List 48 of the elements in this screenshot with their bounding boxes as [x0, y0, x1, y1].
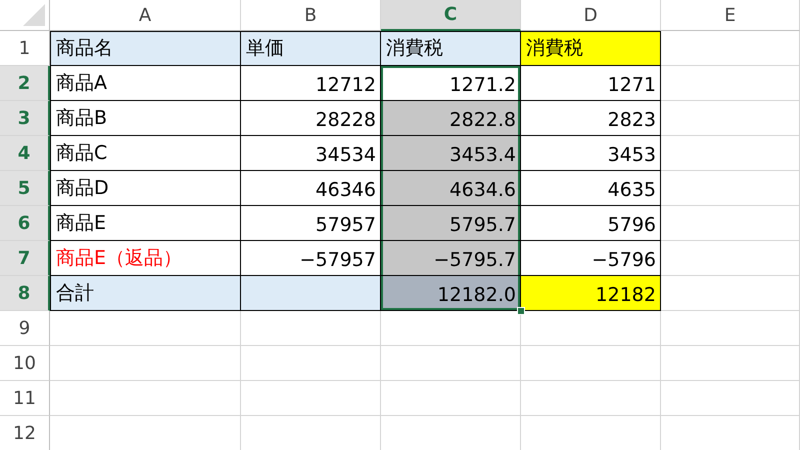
table-cell: 商品D	[50, 171, 241, 206]
table-cell: 商品E（返品）	[50, 241, 241, 276]
table-cell: 4635	[521, 171, 661, 206]
row-header[interactable]: 1	[0, 31, 50, 66]
table-cell: 商品E	[50, 206, 241, 241]
column-header[interactable]: E	[661, 0, 800, 31]
row-header[interactable]: 2	[0, 66, 50, 101]
table-cell: 2823	[521, 101, 661, 136]
table-cell: 34534	[241, 136, 381, 171]
row-header[interactable]: 10	[0, 346, 50, 381]
table-cell: −5795.7	[381, 241, 521, 276]
table-cell: 57957	[241, 206, 381, 241]
row-header[interactable]: 9	[0, 311, 50, 346]
row-header[interactable]: 4	[0, 136, 50, 171]
table-cell: 28228	[241, 101, 381, 136]
table-cell: 3453.4	[381, 136, 521, 171]
table-cell: 46346	[241, 171, 381, 206]
table-cell: 12712	[241, 66, 381, 101]
row-header[interactable]: 5	[0, 171, 50, 206]
row-header[interactable]: 7	[0, 241, 50, 276]
table-cell: 5795.7	[381, 206, 521, 241]
fill-handle[interactable]	[517, 307, 525, 315]
table-cell: 4634.6	[381, 171, 521, 206]
column-header[interactable]: D	[521, 0, 661, 31]
table-cell: 2822.8	[381, 101, 521, 136]
row-header[interactable]: 11	[0, 381, 50, 416]
table-cell: 商品B	[50, 101, 241, 136]
column-header[interactable]: A	[50, 0, 241, 31]
table-cell: 1271.2	[381, 66, 521, 101]
table-cell: 消費税	[381, 31, 521, 66]
table-cell: 3453	[521, 136, 661, 171]
column-header[interactable]: B	[241, 0, 381, 31]
table-cell: 単価	[241, 31, 381, 66]
table-cell: 12182.0	[381, 276, 521, 311]
column-header[interactable]: C	[381, 0, 521, 31]
table-cell: 12182	[521, 276, 661, 311]
table-cell: 合計	[50, 276, 241, 311]
table-cell: 1271	[521, 66, 661, 101]
table-cell: 消費税	[521, 31, 661, 66]
table-cell: 商品名	[50, 31, 241, 66]
table-cell: 5796	[521, 206, 661, 241]
row-header[interactable]: 6	[0, 206, 50, 241]
table-cell: 商品A	[50, 66, 241, 101]
table-cell: −57957	[241, 241, 381, 276]
table-cell: 商品C	[50, 136, 241, 171]
row-header[interactable]: 8	[0, 276, 50, 311]
row-header[interactable]: 3	[0, 101, 50, 136]
table-cell: −5796	[521, 241, 661, 276]
